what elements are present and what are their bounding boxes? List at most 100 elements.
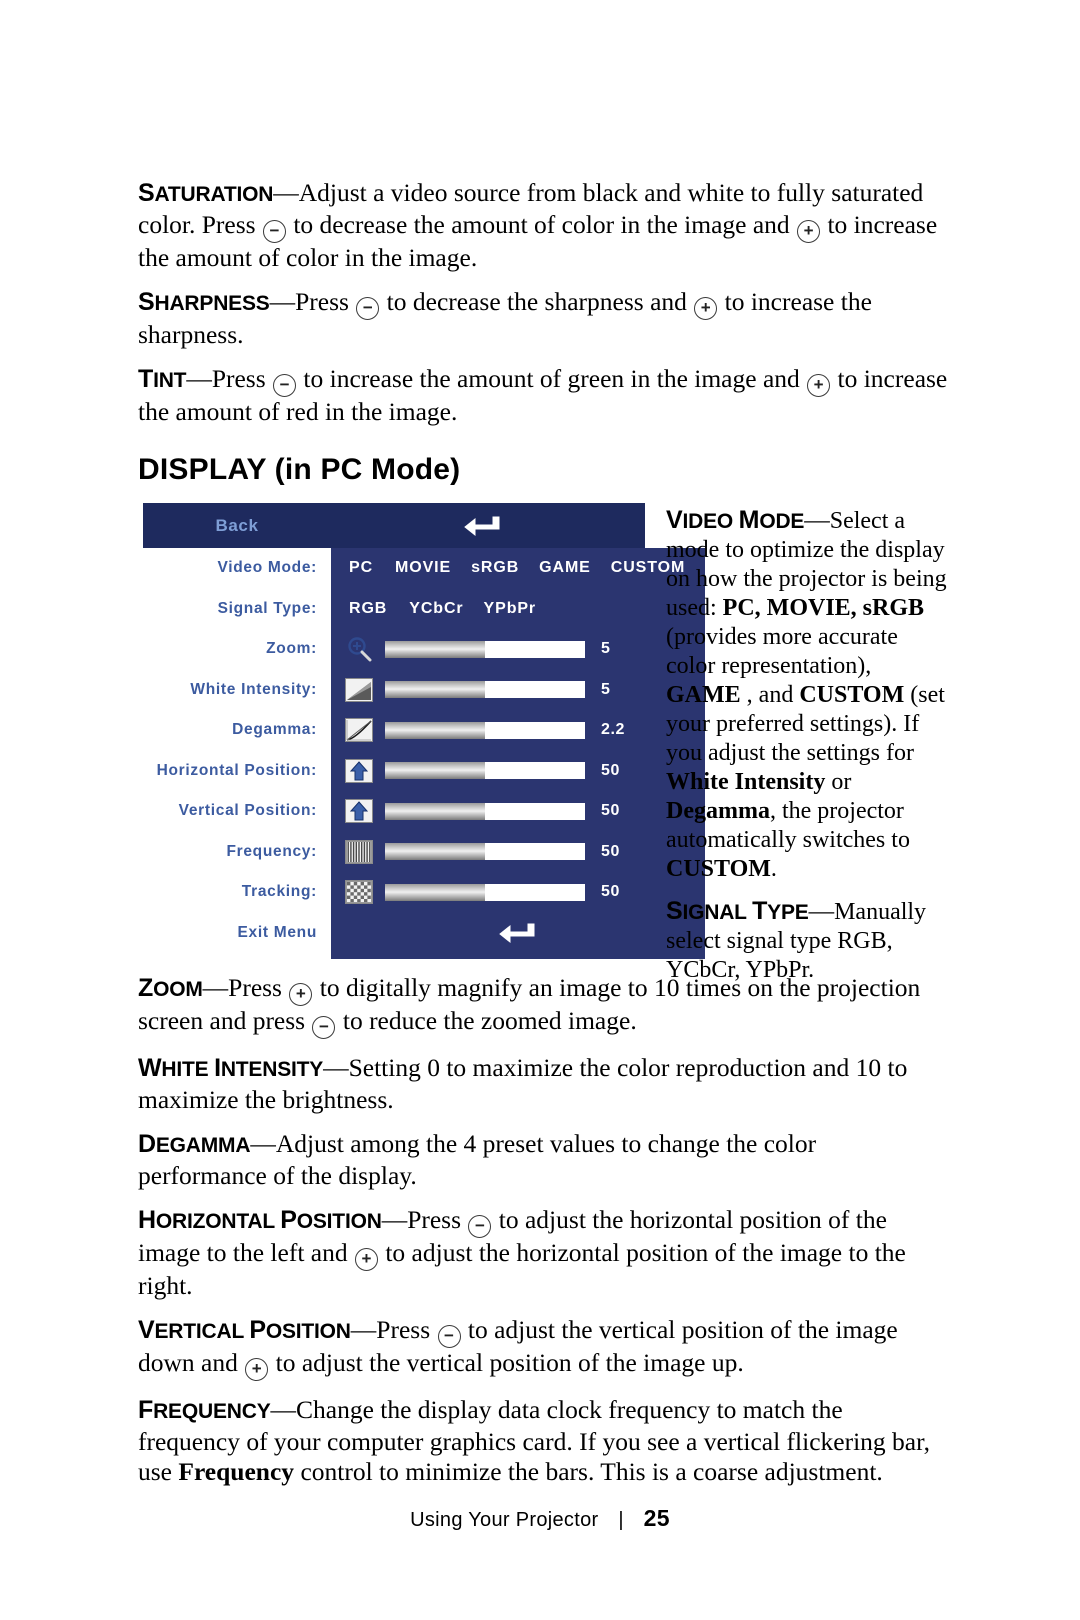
body-paragraph: SIGNAL TYPE—Manually select signal type … (666, 896, 927, 983)
body-paragraph: VERTICAL POSITION—Press − to adjust the … (138, 1315, 950, 1381)
term-dash: — (186, 364, 212, 393)
osd-value-column: PC MOVIE sRGB GAME CUSTOM RGB YCbCr YPbPr 5 5 2.2 5… (331, 548, 706, 959)
osd-row-label[interactable]: Frequency: (143, 832, 331, 873)
term-label: ZOOM (138, 974, 203, 1002)
magnifier-plus-icon (345, 636, 375, 662)
plus-key-icon: + (245, 1358, 269, 1381)
term-label: FREQUENCY (138, 1396, 271, 1424)
osd-slider-value: 50 (601, 761, 620, 779)
osd-slider-fill (385, 802, 485, 820)
page-number: 25 (643, 1505, 670, 1531)
osd-slider-value: 5 (601, 680, 611, 698)
osd-back-button[interactable]: Back (143, 516, 331, 536)
footer-section-title: Using Your Projector (410, 1509, 599, 1531)
horizontal-position-arrow-icon (345, 758, 373, 783)
osd-option-group: RGB YCbCr YPbPr (331, 589, 705, 630)
osd-slider-track[interactable] (385, 883, 585, 901)
return-arrow-icon[interactable] (463, 513, 503, 544)
osd-slider-value: 50 (601, 883, 620, 901)
osd-row-label[interactable]: Video Mode: (143, 548, 331, 589)
term-dash: — (804, 505, 830, 534)
osd-slider-fill (385, 721, 485, 739)
osd-option-movie[interactable]: MOVIE (395, 559, 451, 577)
osd-label-signaltype: Signal Type: (217, 599, 317, 617)
osd-slider-row: 5 (331, 670, 705, 711)
page-title: DISPLAY (in PC Mode) (138, 453, 461, 486)
minus-key-icon: − (312, 1016, 336, 1039)
osd-slider-row: 50 (331, 791, 705, 832)
plus-key-icon: + (694, 297, 718, 320)
osd-slider-row: 50 (331, 751, 705, 792)
footer-separator: | (618, 1509, 624, 1531)
term-dash: — (350, 1315, 377, 1344)
osd-row-label[interactable]: Tracking: (143, 872, 331, 913)
minus-key-icon: − (273, 374, 297, 397)
osd-slider-track[interactable] (385, 721, 585, 739)
osd-slider-row: 50 (331, 872, 705, 913)
footer-inner: Using Your Projector | 25 (410, 1505, 670, 1532)
osd-row-label[interactable]: Vertical Position: (143, 791, 331, 832)
osd-slider-value: 5 (601, 640, 611, 658)
osd-slider-row: 2.2 (331, 710, 705, 751)
term-label: WHITE INTENSITY (138, 1054, 324, 1082)
osd-option-ypbpr[interactable]: YPbPr (484, 600, 537, 618)
osd-label-videomode: Video Mode: (217, 559, 317, 577)
osd-row-label[interactable]: White Intensity: (143, 670, 331, 711)
osd-slider-fill (385, 883, 485, 901)
emphasis-text: White Intensity (666, 769, 826, 795)
osd-option-srgb[interactable]: sRGB (471, 559, 519, 577)
osd-option-ycbcr[interactable]: YCbCr (409, 600, 463, 618)
osd-label-degamma: Degamma: (232, 721, 317, 739)
term-label: HORIZONTAL POSITION (138, 1206, 382, 1234)
emphasis-text: CUSTOM (799, 682, 905, 708)
emphasis-text: PC, MOVIE, sRGB (722, 595, 925, 621)
osd-slider-row: 50 (331, 832, 705, 873)
emphasis-text: CUSTOM (666, 856, 771, 882)
white-intensity-icon (345, 677, 373, 702)
document-page: SATURATION—Adjust a video source from bl… (0, 0, 1080, 1620)
osd-slider-track[interactable] (385, 843, 585, 861)
term-dash: — (269, 287, 296, 316)
osd-slider-track[interactable] (385, 802, 585, 820)
osd-row-label[interactable]: Horizontal Position: (143, 751, 331, 792)
osd-option-pc[interactable]: PC (349, 559, 373, 577)
osd-row-label[interactable]: Signal Type: (143, 589, 331, 630)
osd-label-zoom: Zoom: (266, 640, 317, 658)
osd-slider-fill (385, 843, 485, 861)
osd-slider-track[interactable] (385, 640, 585, 658)
osd-label-tracking: Tracking: (241, 883, 317, 901)
minus-key-icon: − (262, 220, 286, 243)
osd-exit-menu-button[interactable] (331, 913, 705, 959)
degamma-curve-icon (345, 718, 373, 743)
return-arrow-icon[interactable] (498, 920, 538, 951)
osd-header: Back (143, 503, 645, 548)
term-dash: — (250, 1129, 276, 1158)
osd-label-horizontalposition: Horizontal Position: (156, 761, 317, 779)
osd-body: Video Mode: Signal Type: Zoom: White Intens… (143, 548, 706, 959)
osd-slider-fill (385, 762, 485, 780)
osd-option-game[interactable]: GAME (539, 559, 591, 577)
term-dash: — (323, 1053, 349, 1082)
term-label: VIDEO MODE (666, 506, 805, 534)
emphasis-text: Degamma (666, 798, 770, 824)
frequency-stripes-icon (345, 839, 373, 864)
body-paragraph: SATURATION—Adjust a video source from bl… (138, 178, 938, 272)
minus-key-icon: − (437, 1325, 461, 1348)
osd-slider-row: 5 (331, 629, 705, 670)
emphasis-text: GAME (666, 682, 741, 708)
osd-option-rgb[interactable]: RGB (349, 600, 387, 618)
osd-slider-track[interactable] (385, 762, 585, 780)
osd-label-verticalposition: Vertical Position: (178, 802, 317, 820)
osd-row-label[interactable]: Degamma: (143, 710, 331, 751)
osd-slider-fill (385, 640, 485, 658)
osd-row-label[interactable]: Zoom: (143, 629, 331, 670)
term-label: SATURATION (138, 179, 274, 207)
body-paragraph: VIDEO MODE—Select a mode to optimize the… (666, 505, 947, 882)
body-paragraph: FREQUENCY—Change the display data clock … (138, 1395, 930, 1486)
emphasis-text: Frequency (178, 1457, 295, 1486)
term-label: TINT (138, 365, 187, 393)
osd-slider-track[interactable] (385, 681, 585, 699)
osd-row-label[interactable]: Exit Menu (143, 913, 331, 954)
osd-slider-value: 2.2 (601, 721, 626, 739)
paragraph-group-top: SATURATION—Adjust a video source from bl… (138, 178, 950, 427)
